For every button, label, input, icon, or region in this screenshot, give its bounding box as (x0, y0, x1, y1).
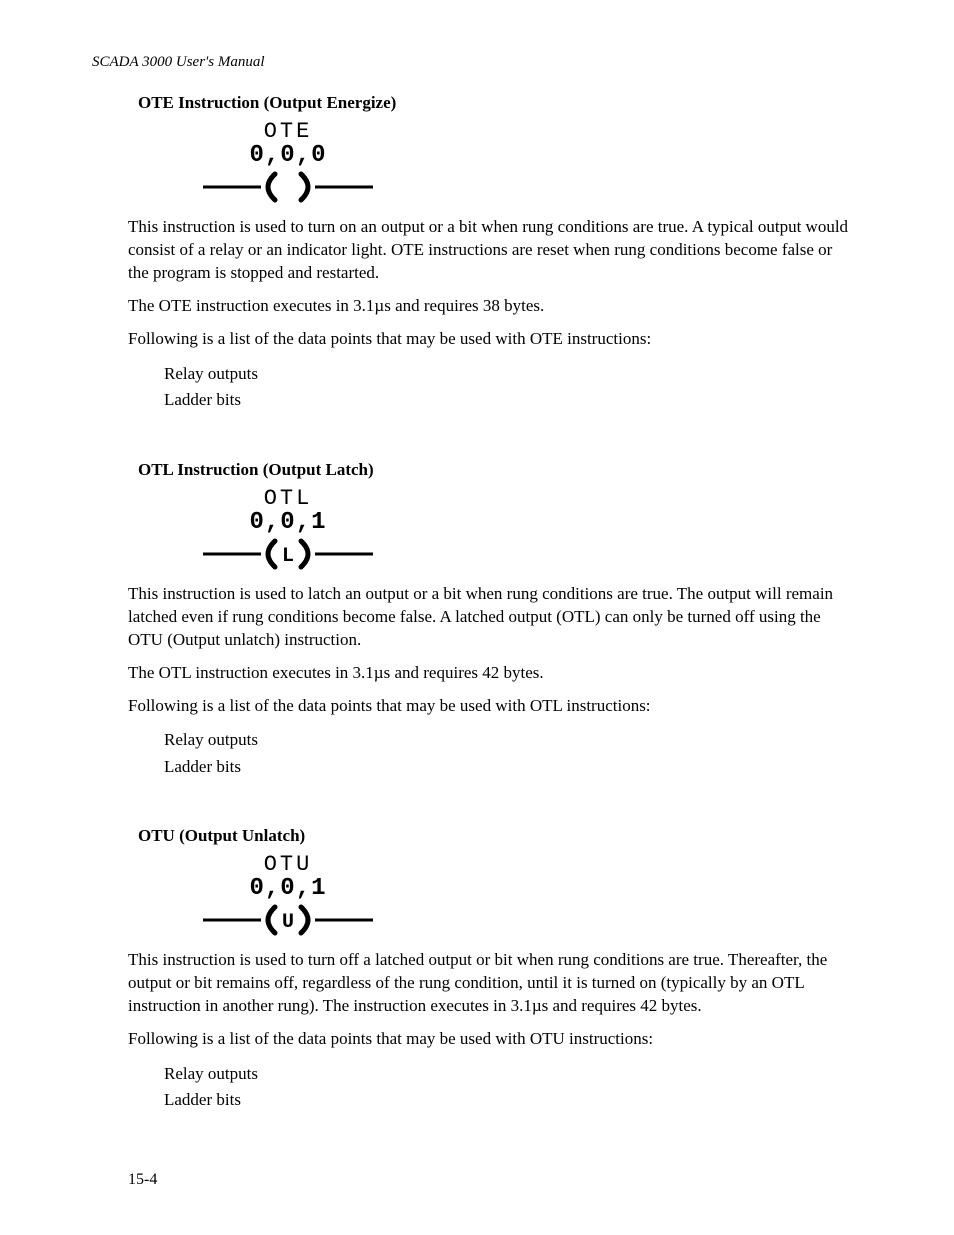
page-body: SCADA 3000 User's Manual OTE Instruction… (0, 0, 954, 1200)
data-point-list: Relay outputs Ladder bits (164, 361, 854, 414)
list-item: Relay outputs (164, 1061, 854, 1087)
section-otl: OTL Instruction (Output Latch) OTL 0,0,1… (128, 460, 854, 781)
section-heading: OTE Instruction (Output Energize) (138, 93, 854, 113)
coil-symbol-icon (188, 170, 388, 204)
list-item: Relay outputs (164, 361, 854, 387)
list-item: Ladder bits (164, 754, 854, 780)
paragraph: Following is a list of the data points t… (128, 695, 854, 718)
svg-text:L: L (282, 545, 294, 568)
paragraph: Following is a list of the data points t… (128, 1028, 854, 1051)
section-ote: OTE Instruction (Output Energize) OTE 0,… (128, 93, 854, 414)
diagram-address: 0,0,1 (188, 876, 388, 901)
list-item: Ladder bits (164, 387, 854, 413)
diagram-mnemonic: OTU (188, 854, 388, 876)
paragraph: This instruction is used to latch an out… (128, 583, 854, 652)
section-otu: OTU (Output Unlatch) OTU 0,0,1 U This in… (128, 826, 854, 1114)
coil-latch-symbol-icon: L (188, 537, 388, 571)
section-heading: OTU (Output Unlatch) (138, 826, 854, 846)
svg-text:U: U (282, 911, 294, 934)
coil-unlatch-symbol-icon: U (188, 903, 388, 937)
list-item: Ladder bits (164, 1087, 854, 1113)
diagram-mnemonic: OTE (188, 121, 388, 143)
running-head: SCADA 3000 User's Manual (92, 54, 854, 71)
ladder-diagram-otl: OTL 0,0,1 L (188, 488, 388, 571)
paragraph: This instruction is used to turn on an o… (128, 216, 854, 285)
page-number: 15-4 (128, 1171, 157, 1189)
paragraph: This instruction is used to turn off a l… (128, 949, 854, 1018)
ladder-diagram-ote: OTE 0,0,0 (188, 121, 388, 204)
diagram-address: 0,0,1 (188, 510, 388, 535)
paragraph: The OTE instruction executes in 3.1µs an… (128, 295, 854, 318)
paragraph: The OTL instruction executes in 3.1µs an… (128, 662, 854, 685)
data-point-list: Relay outputs Ladder bits (164, 1061, 854, 1114)
paragraph: Following is a list of the data points t… (128, 328, 854, 351)
data-point-list: Relay outputs Ladder bits (164, 727, 854, 780)
diagram-mnemonic: OTL (188, 488, 388, 510)
list-item: Relay outputs (164, 727, 854, 753)
ladder-diagram-otu: OTU 0,0,1 U (188, 854, 388, 937)
diagram-address: 0,0,0 (188, 143, 388, 168)
section-heading: OTL Instruction (Output Latch) (138, 460, 854, 480)
